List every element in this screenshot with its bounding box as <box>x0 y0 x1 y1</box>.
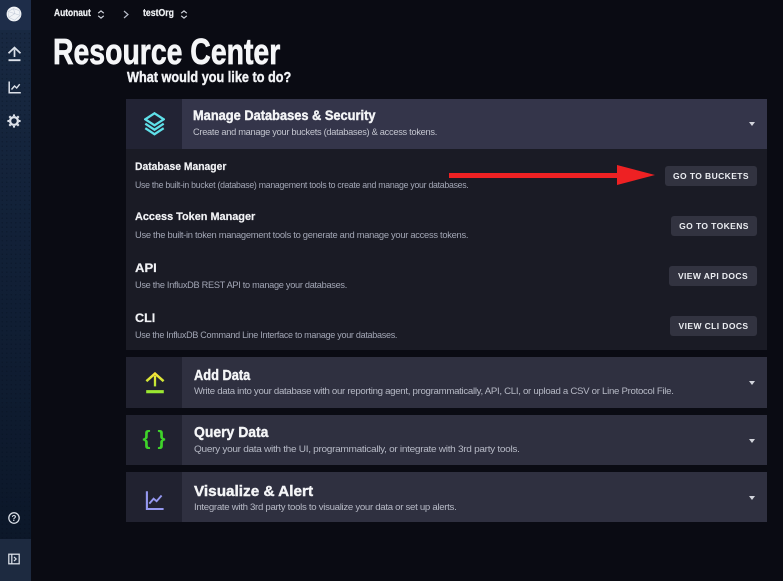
svg-text:?: ? <box>12 514 17 523</box>
